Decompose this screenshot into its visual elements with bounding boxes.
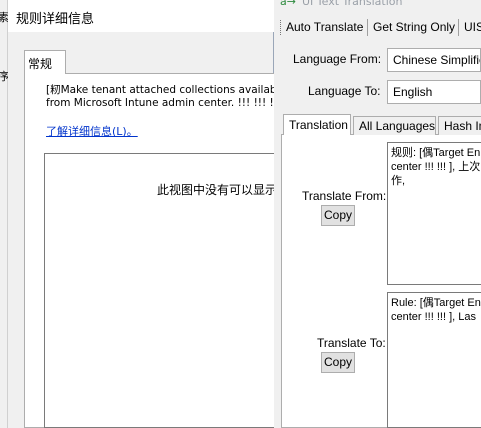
translator-title: UI Text Translation xyxy=(302,0,403,8)
translate-from-label: Translate From: xyxy=(302,189,387,203)
dialog-title: 规则详细信息 xyxy=(16,12,95,27)
language-from-value: Chinese Simplified xyxy=(393,53,480,67)
translate-to-textbox[interactable]: Rule: [偶Target En center !!! !!! ], Las xyxy=(387,292,481,428)
toolbar-separator xyxy=(458,19,459,36)
tab-hash-in[interactable]: Hash In xyxy=(438,116,481,135)
language-from-label: Language From: xyxy=(293,52,382,66)
uis-button[interactable]: UIS xyxy=(464,20,481,34)
toolbar-grip-icon[interactable] xyxy=(280,20,284,35)
copy-from-label: Copy xyxy=(323,208,352,222)
language-to-label: Language To: xyxy=(308,84,381,98)
tab-hash-in-label: Hash In xyxy=(444,119,481,133)
copy-to-button[interactable]: Copy xyxy=(321,352,355,373)
translator-window: a→ UI Text Translation Auto Translate Ge… xyxy=(274,0,481,428)
translator-title-bar[interactable]: a→ UI Text Translation xyxy=(274,0,481,12)
background-window-strip: 素 序 xyxy=(0,0,9,428)
auto-translate-button[interactable]: Auto Translate xyxy=(286,20,363,34)
copy-to-label: Copy xyxy=(323,355,352,369)
translator-toolbar: Auto Translate Get String Only UIS xyxy=(274,16,481,40)
tab-general-label: 常规 xyxy=(28,57,53,71)
language-to-value: English xyxy=(393,85,433,99)
translate-to-text: Rule: [偶Target En center !!! !!! ], Las xyxy=(391,297,481,323)
rule-description: [籾Make tenant attached collections avail… xyxy=(46,84,276,109)
tab-all-languages-label: All Languages xyxy=(359,119,436,133)
dialog-title-bar[interactable]: 规则详细信息 xyxy=(8,0,274,32)
learn-more-link[interactable]: 了解详细信息(L)。 xyxy=(46,123,138,139)
translate-from-textbox[interactable]: 规则: [偶Target En center !!! !!! ], 上次 作, xyxy=(387,142,481,285)
copy-from-button[interactable]: Copy xyxy=(321,205,355,226)
tab-general[interactable]: 常规 xyxy=(24,50,66,74)
translate-to-label: Translate To: xyxy=(317,336,386,350)
language-from-select[interactable]: Chinese Simplified xyxy=(387,48,481,72)
translate-app-icon: a→ xyxy=(280,0,296,8)
tab-translation-label: Translation xyxy=(289,118,348,132)
translate-from-text: 规则: [偶Target En center !!! !!! ], 上次 作, xyxy=(391,147,481,187)
language-to-select[interactable]: English xyxy=(387,80,481,104)
get-string-only-button[interactable]: Get String Only xyxy=(373,20,455,34)
toolbar-separator xyxy=(367,19,368,36)
tab-translation[interactable]: Translation xyxy=(283,114,351,135)
empty-view-message: 此视图中没有可以显示 xyxy=(157,183,274,197)
tab-all-languages[interactable]: All Languages xyxy=(353,116,436,135)
